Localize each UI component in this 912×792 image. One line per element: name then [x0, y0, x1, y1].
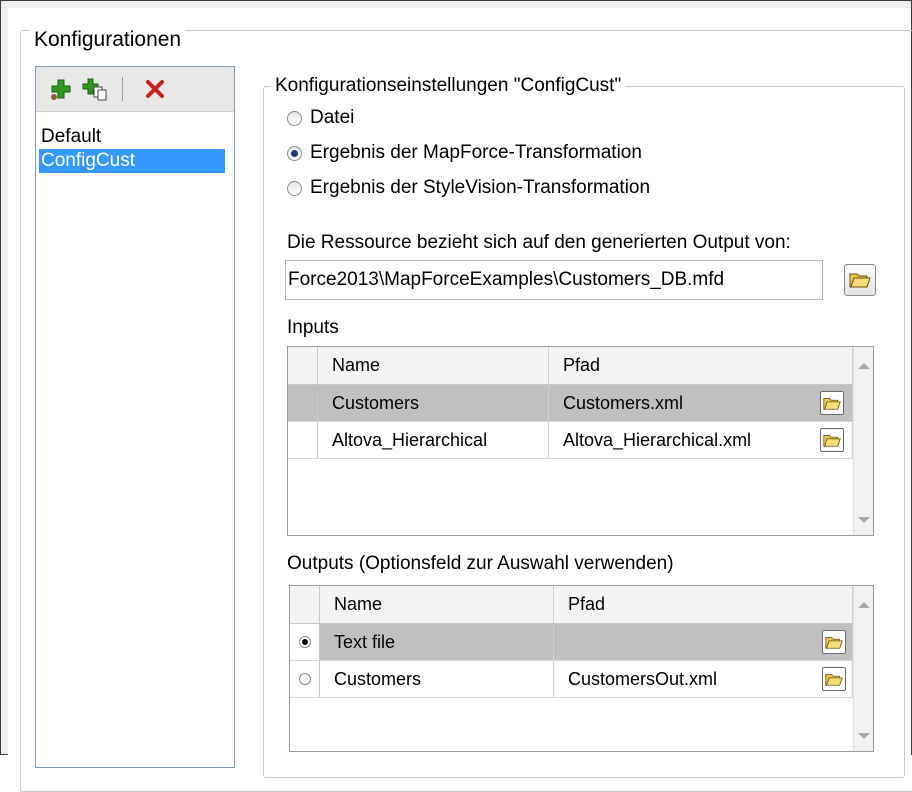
configurations-list-panel: Default ConfigCust [35, 66, 235, 768]
outputs-scrollbar[interactable] [853, 586, 873, 751]
output-name-cell[interactable]: Text file [320, 624, 554, 660]
input-path-cell[interactable]: Customers.xml [549, 385, 853, 421]
output-select-radio[interactable] [299, 673, 311, 685]
table-row[interactable]: Text file [290, 624, 853, 661]
folder-open-icon [823, 397, 841, 410]
copy-plus-icon [82, 78, 107, 101]
outputs-grid: Name Pfad Text file Customers CustomersO… [289, 585, 874, 752]
scroll-down-icon[interactable] [858, 733, 870, 739]
configurations-group-label: Konfigurationen [30, 28, 186, 52]
outputs-header: Name Pfad [290, 586, 853, 624]
radio-datei[interactable]: Datei [287, 104, 354, 132]
input-browse-button[interactable] [820, 428, 844, 452]
resource-browse-button[interactable] [844, 264, 876, 296]
resource-label: Die Ressource bezieht sich auf den gener… [287, 232, 791, 253]
resource-path-input[interactable]: Force2013\MapForceExamples\Customers_DB.… [285, 260, 823, 300]
inputs-header-selector [288, 347, 318, 384]
inputs-label: Inputs [287, 317, 339, 338]
add-plus-icon [51, 79, 71, 100]
folder-open-icon [825, 636, 843, 649]
input-name-cell[interactable]: Altova_Hierarchical [318, 422, 549, 458]
radio-stylevision[interactable]: Ergebnis der StyleVision-Transformation [287, 174, 650, 202]
configuration-item-configcust[interactable]: ConfigCust [39, 149, 225, 173]
radio-stylevision-circle[interactable] [287, 180, 302, 196]
copy-configuration-button[interactable] [80, 75, 110, 103]
scroll-up-icon[interactable] [858, 602, 870, 608]
configurations-toolbar [36, 67, 234, 112]
toolbar-separator [122, 77, 123, 101]
outputs-header-selector [290, 586, 320, 623]
radio-stylevision-label: Ergebnis der StyleVision-Transformation [310, 177, 651, 198]
radio-datei-label: Datei [310, 107, 355, 128]
scroll-down-icon[interactable] [858, 517, 870, 523]
scroll-up-icon[interactable] [858, 363, 870, 369]
delete-configuration-button[interactable] [140, 75, 170, 103]
table-row[interactable]: Customers CustomersOut.xml [290, 661, 853, 698]
output-browse-button[interactable] [822, 630, 846, 654]
row-selector[interactable] [288, 385, 318, 421]
folder-open-icon [849, 273, 871, 288]
radio-datei-circle[interactable] [287, 110, 302, 126]
row-selector[interactable] [290, 624, 320, 660]
add-configuration-button[interactable] [46, 75, 76, 103]
inputs-col-name[interactable]: Name [318, 347, 549, 384]
inputs-col-pfad[interactable]: Pfad [549, 347, 853, 384]
row-selector[interactable] [288, 422, 318, 458]
outputs-col-pfad[interactable]: Pfad [554, 586, 853, 623]
radio-mapforce-label: Ergebnis der MapForce-Transformation [310, 142, 642, 163]
configuration-item-default[interactable]: Default [39, 125, 101, 149]
table-row[interactable]: Customers Customers.xml [288, 385, 853, 422]
inputs-grid: Name Pfad Customers Customers.xml Altova… [287, 346, 874, 536]
output-path-cell[interactable] [554, 624, 853, 660]
inputs-scrollbar[interactable] [853, 347, 873, 535]
dialog-content: Konfigurationen Default ConfigCust Konfi… [8, 8, 912, 792]
settings-group-label: Konfigurationseinstellungen "ConfigCust" [271, 74, 626, 98]
output-select-radio[interactable] [299, 636, 311, 648]
folder-open-icon [823, 434, 841, 447]
input-browse-button[interactable] [820, 391, 844, 415]
folder-open-icon [825, 673, 843, 686]
outputs-label: Outputs (Optionsfeld zur Auswahl verwend… [287, 553, 674, 574]
output-name-cell[interactable]: Customers [320, 661, 554, 697]
row-selector[interactable] [290, 661, 320, 697]
outputs-col-name[interactable]: Name [320, 586, 554, 623]
input-name-cell[interactable]: Customers [318, 385, 549, 421]
input-path-cell[interactable]: Altova_Hierarchical.xml [549, 422, 853, 458]
output-browse-button[interactable] [822, 667, 846, 691]
output-path-cell[interactable]: CustomersOut.xml [554, 661, 853, 697]
radio-mapforce[interactable]: Ergebnis der MapForce-Transformation [287, 139, 642, 167]
inputs-header: Name Pfad [288, 347, 853, 385]
dialog-frame: Konfigurationen Default ConfigCust Konfi… [0, 0, 912, 792]
radio-mapforce-circle[interactable] [287, 145, 302, 161]
delete-x-icon [146, 80, 164, 98]
table-row[interactable]: Altova_Hierarchical Altova_Hierarchical.… [288, 422, 853, 459]
